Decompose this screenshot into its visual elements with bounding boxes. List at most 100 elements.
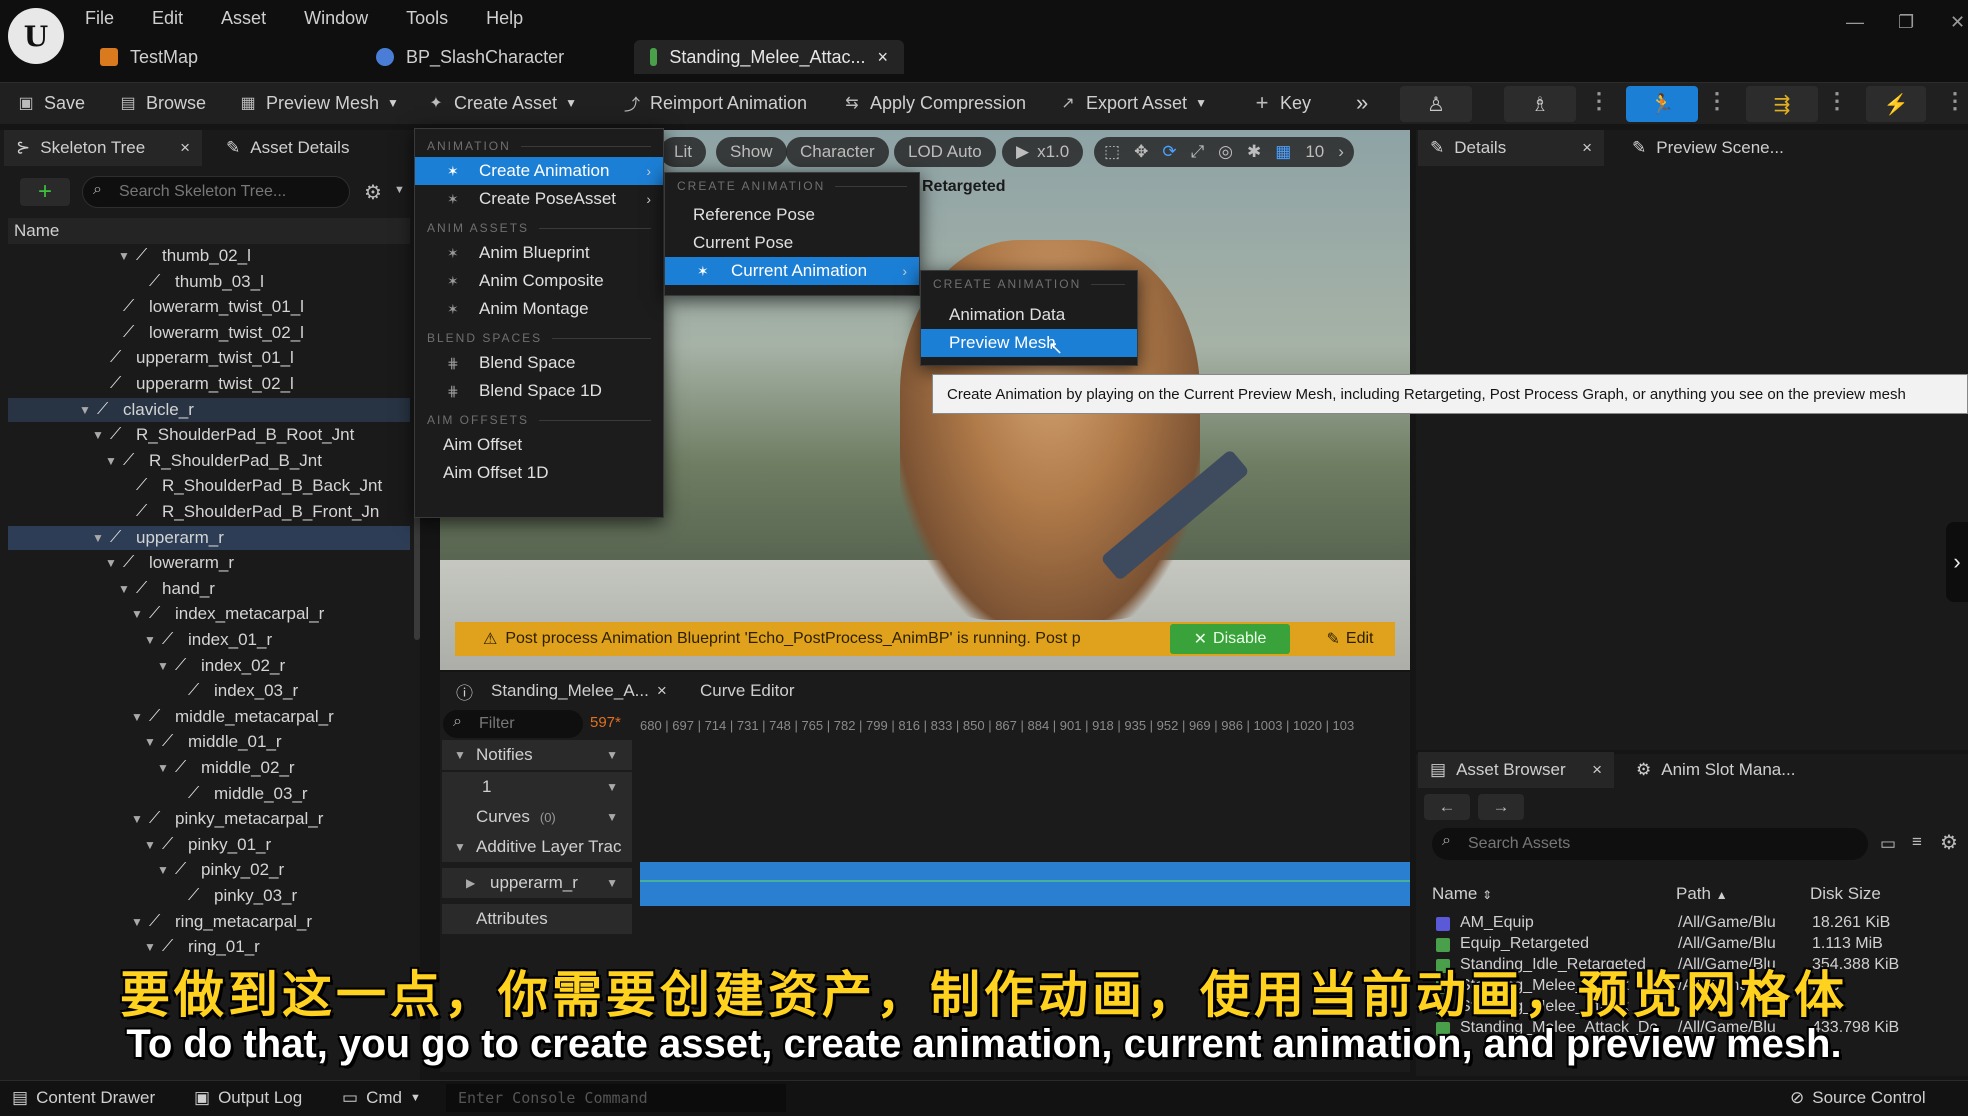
forward-arrow-icon[interactable]: →: [1478, 794, 1524, 820]
close-window-icon[interactable]: ✕: [1950, 12, 1965, 33]
close-icon[interactable]: ×: [180, 138, 190, 158]
create-asset-button[interactable]: ✦ Create Asset ▼: [426, 88, 577, 118]
column-path[interactable]: Path ▲: [1676, 884, 1728, 904]
expand-toggle-icon[interactable]: ▼: [144, 633, 156, 647]
bone-row[interactable]: ▼ ⟋ ring_metacarpal_r: [131, 910, 410, 934]
menu-item-create-pose-asset[interactable]: ✶ Create PoseAsset ›: [415, 185, 663, 213]
doc-tab-animation[interactable]: Standing_Melee_Attac... ×: [634, 40, 904, 74]
lod-button[interactable]: LOD Auto: [894, 137, 996, 167]
add-bone-button[interactable]: +: [20, 178, 70, 206]
move-icon[interactable]: ✥: [1134, 142, 1148, 162]
close-icon[interactable]: ×: [1582, 138, 1592, 158]
snap-icon[interactable]: ✱: [1247, 142, 1261, 162]
expand-toggle-icon[interactable]: ▼: [144, 940, 156, 954]
expand-toggle-icon[interactable]: ▼: [144, 838, 156, 852]
show-button[interactable]: Show: [716, 137, 787, 167]
preview-mesh-button[interactable]: ▦ Preview Mesh ▼: [238, 88, 399, 118]
bone-row[interactable]: ▼ ⟋ index_01_r: [144, 628, 410, 652]
menu-item-current-animation[interactable]: ✶ Current Animation ›: [665, 257, 919, 285]
mesh-mode-icon[interactable]: ♗: [1504, 86, 1576, 122]
bone-row[interactable]: ▼ ⟋ pinky_02_r: [157, 858, 410, 882]
bone-row[interactable]: ▼ ⟋ middle_metacarpal_r: [131, 705, 410, 729]
menu-item-anim-blueprint[interactable]: ✶ Anim Blueprint: [415, 239, 663, 267]
edit-button[interactable]: ✎ Edit: [1310, 624, 1390, 654]
bone-row[interactable]: ▼ ⟋ R_ShoulderPad_B_Jnt: [105, 449, 410, 473]
apply-compression-button[interactable]: ⇆ Apply Compression: [842, 88, 1026, 118]
current-frame[interactable]: 597*: [590, 714, 621, 731]
expand-toggle-icon[interactable]: ▼: [157, 863, 169, 877]
unreal-logo-icon[interactable]: U: [8, 8, 64, 64]
doc-tab-blueprint[interactable]: BP_SlashCharacter: [360, 40, 580, 74]
expand-toggle-icon[interactable]: ▼: [105, 556, 117, 570]
chevron-down-icon[interactable]: ▼: [454, 748, 466, 762]
content-drawer-button[interactable]: ▤ Content Drawer: [12, 1088, 155, 1108]
track-notifies[interactable]: ▼ Notifies ▼: [442, 740, 632, 770]
grid-icon[interactable]: ▦: [1275, 142, 1291, 162]
rotate-icon[interactable]: ⟳: [1162, 142, 1176, 162]
timeline-filter-input[interactable]: ⌕ Filter: [443, 710, 583, 738]
expand-toggle-icon[interactable]: ▼: [131, 710, 143, 724]
key-button[interactable]: + Key: [1252, 88, 1311, 118]
console-command-input[interactable]: Enter Console Command: [446, 1084, 786, 1112]
menu-asset[interactable]: Asset: [221, 8, 266, 29]
expand-toggle-icon[interactable]: ▼: [105, 454, 117, 468]
menu-item-current-pose[interactable]: Current Pose: [665, 229, 919, 257]
skeleton-mode-icon[interactable]: ♙: [1400, 86, 1472, 122]
menu-item-blend-space[interactable]: ⋕ Blend Space: [415, 349, 663, 377]
blueprint-mode-icon[interactable]: ⇶: [1746, 86, 1818, 122]
menu-help[interactable]: Help: [486, 8, 523, 29]
bone-row[interactable]: ⟋ index_03_r: [170, 679, 410, 703]
track-additive-layer[interactable]: ▼ Additive Layer Trac: [442, 832, 632, 862]
bone-row[interactable]: ▼ ⟋ middle_01_r: [144, 730, 410, 754]
bone-row[interactable]: ▼ ⟋ clavicle_r: [8, 397, 410, 422]
cmd-dropdown[interactable]: ▭ Cmd ▼: [342, 1088, 421, 1108]
tab-asset-browser[interactable]: ▤ Asset Browser ×: [1418, 752, 1614, 788]
disable-button[interactable]: ✕ Disable: [1170, 624, 1290, 654]
bone-row[interactable]: ▼ ⟋ hand_r: [118, 577, 410, 601]
bone-row[interactable]: ▼ ⟋ thumb_02_l: [118, 244, 410, 268]
source-control-button[interactable]: ⊘ Source Control: [1790, 1088, 1926, 1108]
chevron-right-icon[interactable]: ›: [1338, 142, 1344, 162]
menu-item-aim-offset[interactable]: Aim Offset: [415, 431, 663, 459]
tab-skeleton-tree[interactable]: ⊱ Skeleton Tree ×: [4, 130, 202, 166]
menu-tools[interactable]: Tools: [406, 8, 448, 29]
browse-button[interactable]: ▤ Browse: [118, 88, 206, 118]
expand-toggle-icon[interactable]: ▼: [131, 607, 143, 621]
menu-item-animation-data[interactable]: Animation Data: [921, 301, 1137, 329]
menu-file[interactable]: File: [85, 8, 114, 29]
upperarm-curve-track[interactable]: [640, 862, 1410, 906]
track-attributes[interactable]: Attributes: [442, 904, 632, 934]
bone-row[interactable]: ⟋ middle_03_r: [170, 782, 410, 806]
expand-toggle-icon[interactable]: ▼: [92, 428, 104, 442]
lit-button[interactable]: Lit: [660, 137, 706, 167]
menu-item-create-animation[interactable]: ✶ Create Animation ›: [415, 157, 663, 185]
gear-icon[interactable]: ⚙: [1940, 830, 1958, 855]
more-options-icon[interactable]: ⋮: [1706, 88, 1728, 114]
minimize-icon[interactable]: —: [1846, 12, 1864, 33]
expand-toggle-icon[interactable]: ▼: [157, 761, 169, 775]
tab-animation-asset[interactable]: ⓘ Standing_Melee_A... ×: [446, 676, 677, 706]
save-button[interactable]: ▣ Save: [16, 88, 85, 118]
track-upperarm[interactable]: ▶ upperarm_r ▼: [442, 868, 632, 898]
tab-curve-editor[interactable]: Curve Editor: [690, 676, 804, 706]
tab-preview-scene[interactable]: ✎ Preview Scene...: [1620, 130, 1820, 166]
filter-icon[interactable]: ≡: [1912, 832, 1922, 852]
menu-item-preview-mesh[interactable]: Preview Mesh: [921, 329, 1137, 357]
close-icon[interactable]: ×: [877, 47, 888, 68]
column-disk-size[interactable]: Disk Size: [1810, 884, 1881, 904]
tab-anim-slot-manager[interactable]: ⚙ Anim Slot Mana...: [1624, 752, 1824, 788]
bone-row[interactable]: ▼ ⟋ pinky_01_r: [144, 833, 410, 857]
chevron-down-icon[interactable]: ▼: [606, 810, 618, 824]
bone-row[interactable]: ▼ ⟋ R_ShoulderPad_B_Root_Jnt: [92, 423, 410, 447]
expand-toggle-icon[interactable]: ▼: [79, 403, 91, 417]
timeline-ruler[interactable]: 680 | 697 | 714 | 731 | 748 | 765 | 782 …: [640, 718, 1410, 744]
reimport-animation-button[interactable]: ⤴ Reimport Animation: [622, 88, 807, 118]
back-arrow-icon[interactable]: ←: [1424, 794, 1470, 820]
more-options-icon[interactable]: ⋮: [1826, 88, 1848, 114]
tab-details[interactable]: ✎ Details ×: [1418, 130, 1604, 166]
physics-mode-icon[interactable]: ⚡: [1866, 86, 1926, 122]
close-icon[interactable]: ×: [657, 681, 667, 701]
asset-row[interactable]: Equip_Retargeted/All/Game/Blu 1.113 MiB: [1430, 935, 1950, 955]
asset-search-input[interactable]: ⌕ Search Assets: [1432, 828, 1868, 860]
character-button[interactable]: Character: [786, 137, 889, 167]
